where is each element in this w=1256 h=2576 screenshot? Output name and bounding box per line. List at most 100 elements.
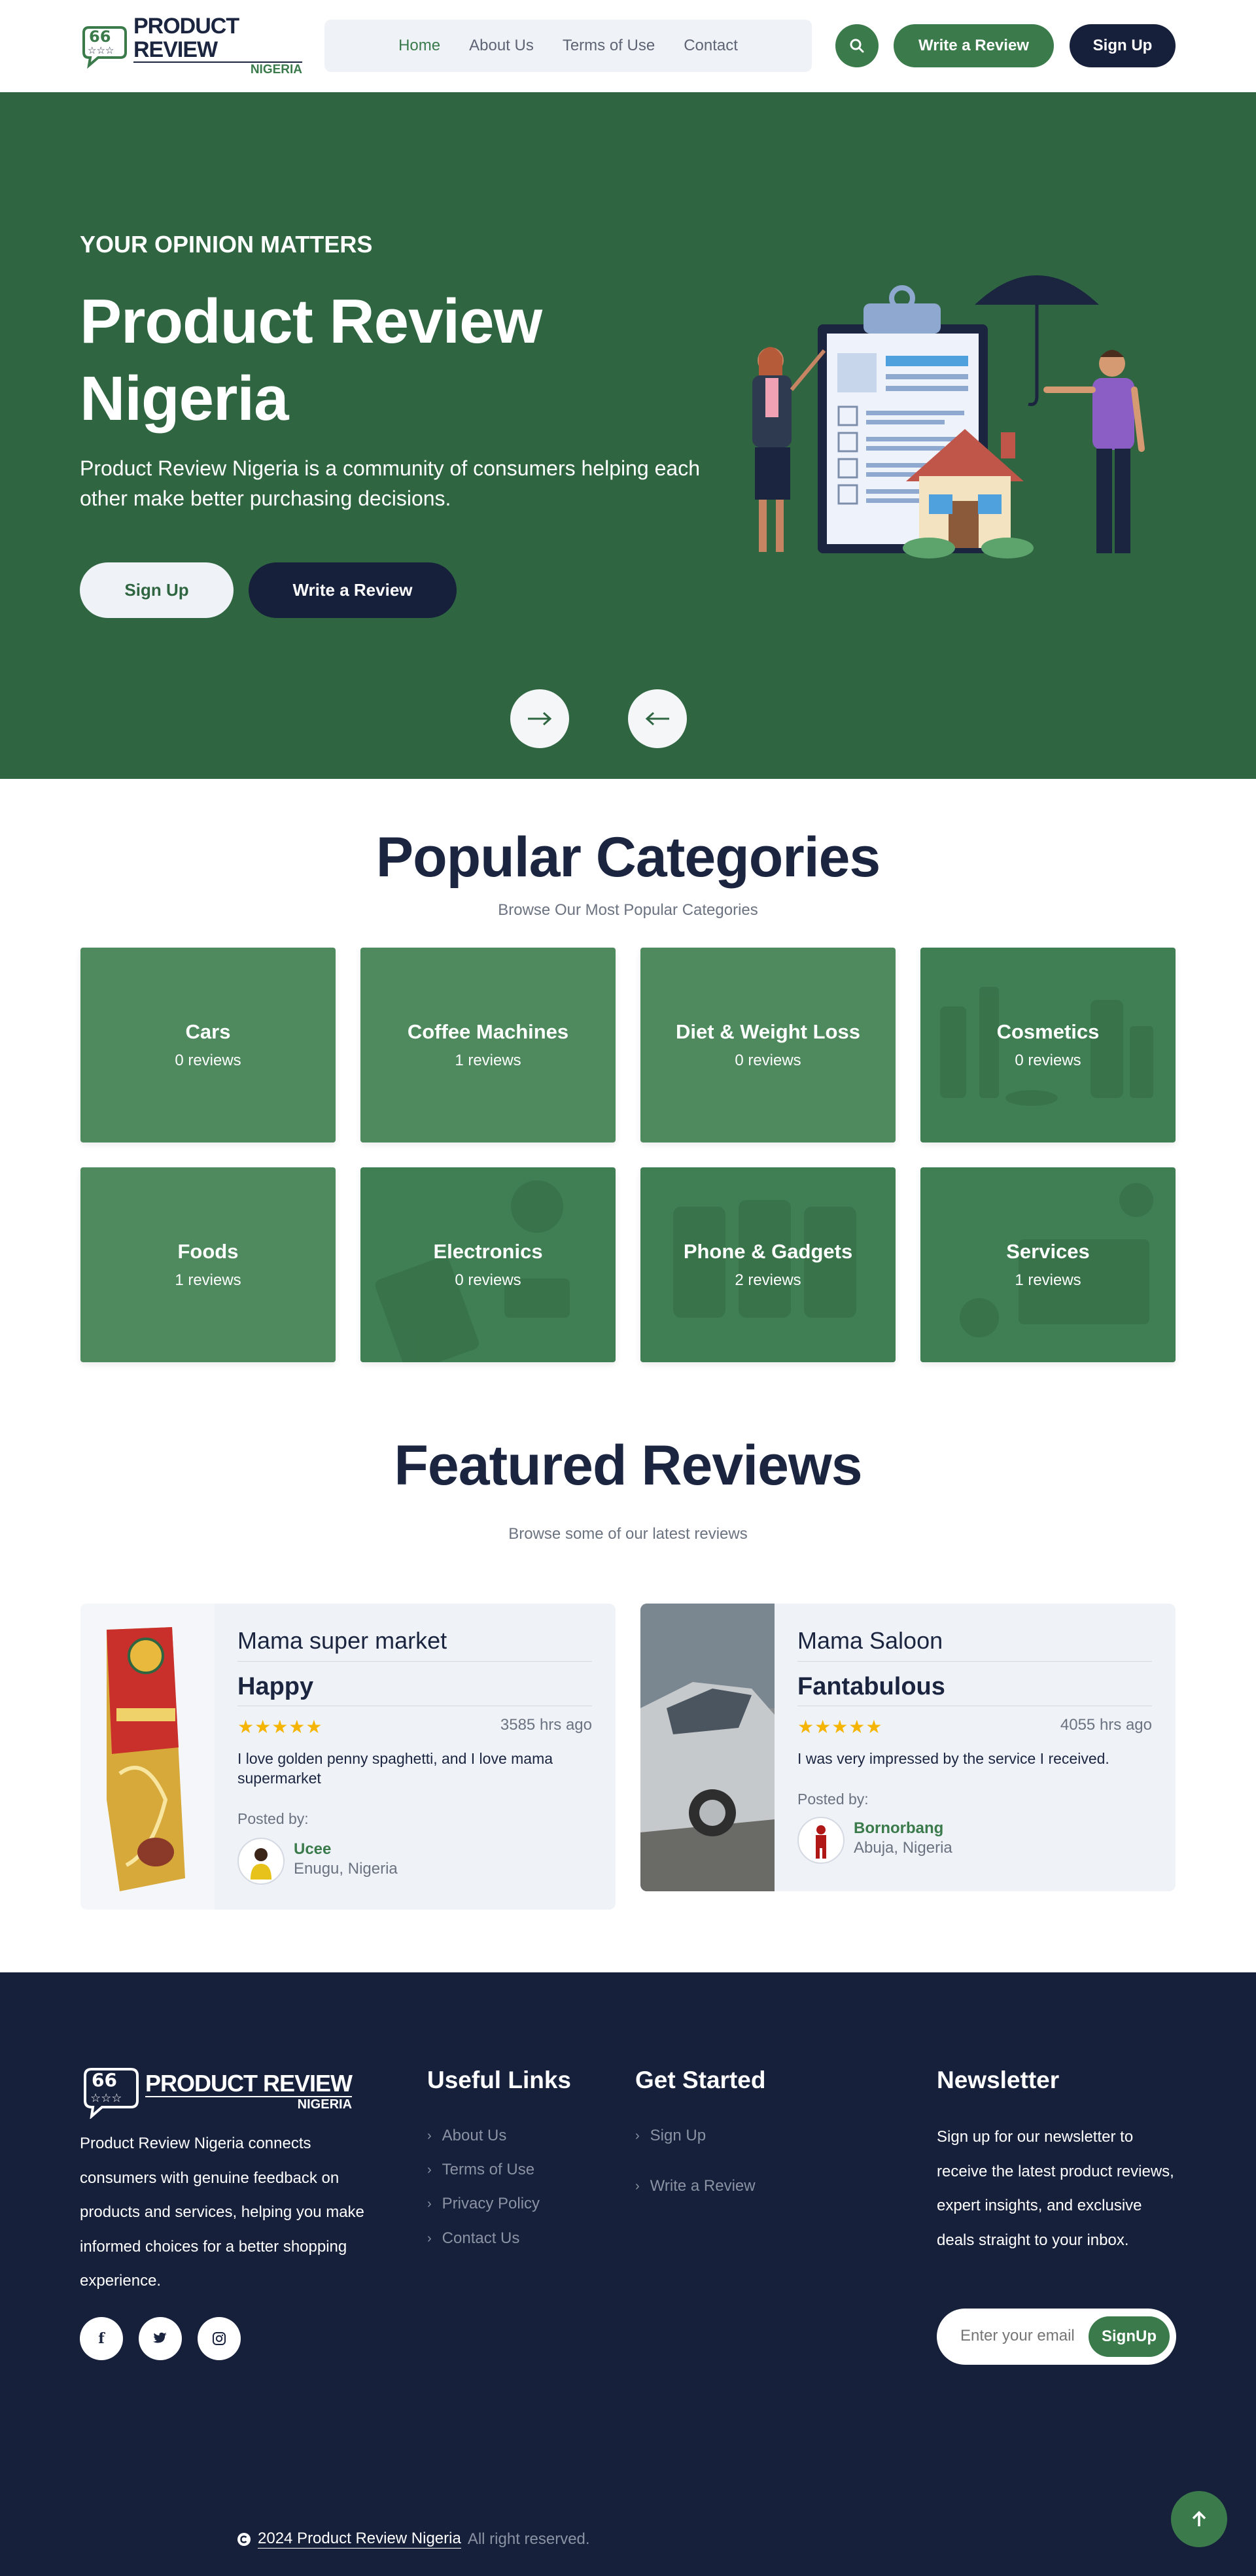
category-card-electronics[interactable]: Electronics 0 reviews: [360, 1167, 616, 1362]
hero-title: Product Review Nigeria: [80, 286, 542, 434]
hero-description: Product Review Nigeria is a community of…: [80, 456, 700, 510]
nav-home[interactable]: Home: [398, 37, 440, 55]
category-card-coffee-machines[interactable]: Coffee Machines 1 reviews: [360, 948, 616, 1142]
footer-link-write-review[interactable]: › Write a Review: [635, 2177, 756, 2195]
user-avatar-icon: [251, 1848, 271, 1880]
review-product-image: [640, 1604, 775, 1891]
chevron-right-icon: ›: [427, 2162, 432, 2177]
logo-speech-bubble-icon: 66 ☆☆☆: [80, 21, 130, 71]
logo-title: PRODUCT REVIEW: [133, 14, 239, 62]
twitter-button[interactable]: [139, 2317, 182, 2360]
star-rating-icon: ★★★★★: [237, 1717, 323, 1737]
category-card-cosmetics[interactable]: Cosmetics 0 reviews: [920, 948, 1176, 1142]
category-name: Electronics: [433, 1240, 543, 1263]
footer-link-contact-us[interactable]: › Contact Us: [427, 2229, 519, 2248]
review-store-name: Mama Saloon: [797, 1627, 943, 1654]
review-user-name[interactable]: Ucee: [294, 1840, 331, 1859]
newsletter-title: Newsletter: [937, 2067, 1060, 2093]
newsletter-text: Sign up for our newsletter to receive th…: [937, 2128, 1174, 2249]
categories-subtitle: Browse Our Most Popular Categories: [498, 901, 758, 919]
twitter-icon: [153, 2332, 167, 2343]
get-started-title: Get Started: [635, 2067, 766, 2093]
divider: [797, 1661, 1152, 1662]
chevron-right-icon: ›: [635, 2178, 640, 2193]
electronics-background-image: [375, 1180, 570, 1362]
copyright-icon: [237, 2532, 251, 2546]
facebook-button[interactable]: f: [80, 2317, 123, 2360]
sign-up-button[interactable]: Sign Up: [1070, 24, 1176, 67]
review-title: Happy: [237, 1673, 314, 1700]
review-store-name: Mama super market: [237, 1627, 447, 1654]
review-title: Fantabulous: [797, 1673, 945, 1700]
category-card-cars[interactable]: Cars 0 reviews: [80, 948, 336, 1142]
svg-text:66: 66: [89, 27, 111, 46]
main-nav: Home About Us Terms of Use Contact: [324, 20, 812, 72]
category-count: 0 reviews: [455, 1271, 521, 1289]
copyright-rest: All right reserved.: [467, 2530, 590, 2548]
logo-subtitle: NIGERIA: [133, 61, 302, 77]
logo-speech-bubble-icon: 66 ☆☆☆: [84, 2068, 139, 2119]
hero-illustration: [739, 266, 1178, 606]
chevron-right-icon: ›: [427, 2196, 432, 2211]
copyright: 2024 Product Review Nigeria All right re…: [237, 2530, 590, 2549]
divider: [237, 1661, 592, 1662]
category-count: 1 reviews: [455, 1052, 521, 1069]
review-user-name[interactable]: Bornorbang: [854, 1819, 943, 1838]
carousel-prev-button[interactable]: [628, 689, 687, 748]
copyright-link[interactable]: 2024 Product Review Nigeria: [258, 2530, 461, 2549]
posted-by-label: Posted by:: [237, 1810, 309, 1827]
reviews-subtitle: Browse some of our latest reviews: [508, 1525, 748, 1543]
footer-link-sign-up[interactable]: › Sign Up: [635, 2127, 706, 2145]
user-avatar-icon: [816, 1825, 826, 1859]
review-card[interactable]: Mama super market Happy ★★★★★ 3585 hrs a…: [80, 1604, 616, 1910]
site-footer: 66 ☆☆☆ PRODUCT REVIEW NIGERIA Product Re…: [0, 1972, 1256, 2576]
carousel-next-button[interactable]: [510, 689, 569, 748]
instagram-button[interactable]: [198, 2317, 241, 2360]
category-count: 0 reviews: [1015, 1052, 1081, 1069]
site-header: 66 ☆☆☆ PRODUCT REVIEW NIGERIA Home About…: [0, 0, 1256, 92]
write-review-button[interactable]: Write a Review: [894, 24, 1054, 67]
category-count: 0 reviews: [175, 1052, 241, 1069]
hero-sign-up-button[interactable]: Sign Up: [80, 562, 234, 618]
footer-link-terms-of-use[interactable]: › Terms of Use: [427, 2161, 534, 2179]
star-rating-icon: ★★★★★: [797, 1717, 883, 1737]
useful-links-title: Useful Links: [427, 2067, 571, 2093]
cosmetics-background-image: [940, 987, 1153, 1106]
search-button[interactable]: [835, 24, 879, 67]
category-card-phone-gadgets[interactable]: Phone & Gadgets 2 reviews: [640, 1167, 896, 1362]
category-name: Services: [1006, 1240, 1090, 1263]
footer-link-privacy-policy[interactable]: › Privacy Policy: [427, 2195, 540, 2213]
footer-logo-subtitle: NIGERIA: [145, 2096, 353, 2112]
newsletter-email-input[interactable]: [960, 2327, 1085, 2345]
arrow-right-icon: [528, 712, 552, 726]
site-logo[interactable]: 66 ☆☆☆ PRODUCT REVIEW NIGERIA: [80, 14, 302, 77]
avatar[interactable]: [797, 1817, 845, 1864]
posted-by-label: Posted by:: [797, 1791, 869, 1808]
review-text: I love golden penny spaghetti, and I lov…: [237, 1750, 553, 1787]
newsletter-signup-button[interactable]: SignUp: [1089, 2316, 1170, 2357]
footer-link-about-us[interactable]: › About Us: [427, 2127, 506, 2145]
hero-write-review-button[interactable]: Write a Review: [249, 562, 457, 618]
facebook-icon: f: [98, 2330, 105, 2347]
review-card[interactable]: Mama Saloon Fantabulous ★★★★★ 4055 hrs a…: [640, 1604, 1176, 1891]
nav-terms-of-use[interactable]: Terms of Use: [563, 37, 655, 55]
services-background-image: [960, 1183, 1153, 1337]
footer-logo[interactable]: 66 ☆☆☆ PRODUCT REVIEW NIGERIA: [80, 2064, 353, 2119]
category-count: 1 reviews: [175, 1271, 241, 1289]
arrow-left-icon: [645, 712, 669, 726]
chevron-right-icon: ›: [427, 2128, 432, 2143]
category-count: 2 reviews: [735, 1271, 801, 1289]
arrow-up-icon: [1192, 2511, 1206, 2526]
phones-background-image: [673, 1200, 856, 1318]
svg-text:☆☆☆: ☆☆☆: [90, 2091, 122, 2105]
nav-about-us[interactable]: About Us: [469, 37, 534, 55]
category-name: Cosmetics: [996, 1020, 1100, 1043]
category-card-foods[interactable]: Foods 1 reviews: [80, 1167, 336, 1362]
avatar[interactable]: [237, 1838, 285, 1885]
category-card-diet-weight-loss[interactable]: Diet & Weight Loss 0 reviews: [640, 948, 896, 1142]
nav-contact[interactable]: Contact: [684, 37, 738, 55]
category-count: 1 reviews: [1015, 1271, 1081, 1289]
category-card-services[interactable]: Services 1 reviews: [920, 1167, 1176, 1362]
scroll-to-top-button[interactable]: [1171, 2491, 1227, 2547]
reviews-title: Featured Reviews: [394, 1434, 862, 1497]
